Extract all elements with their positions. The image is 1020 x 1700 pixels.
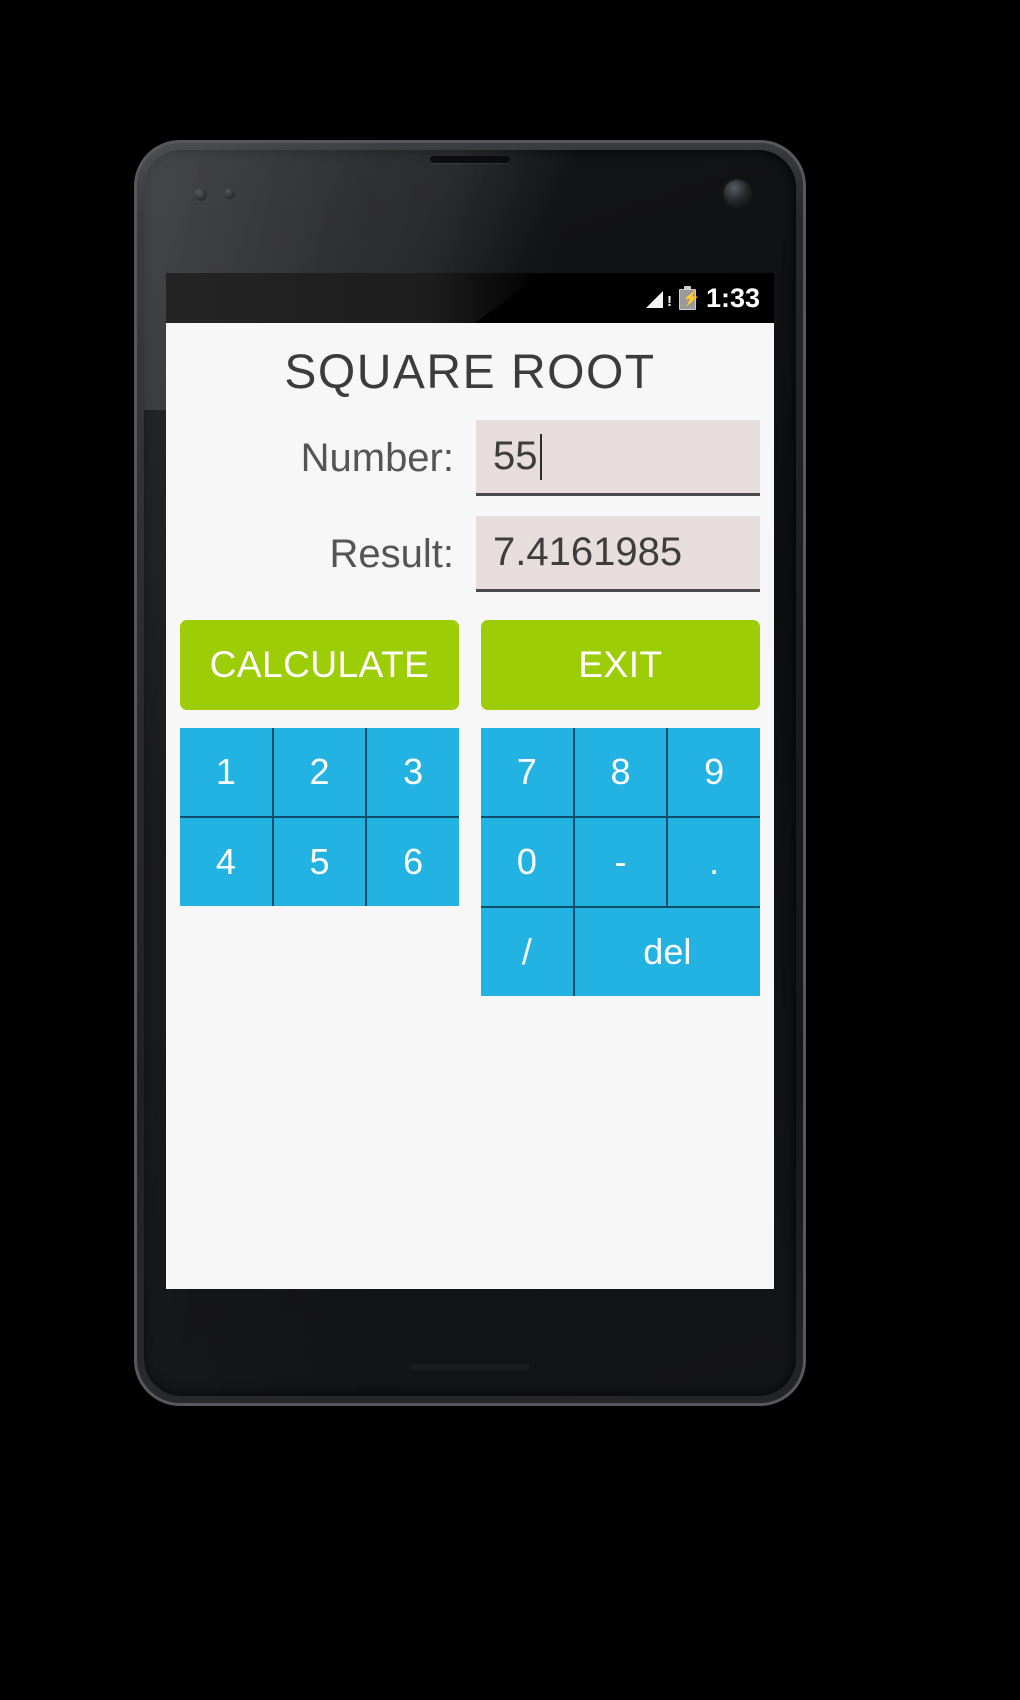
key-divide[interactable]: / [481,908,573,996]
key-5[interactable]: 5 [273,818,366,906]
key-8[interactable]: 8 [574,728,667,816]
key-9[interactable]: 9 [668,728,760,816]
battery-charging-icon: ⚡ [678,286,701,310]
front-camera-icon [724,180,750,206]
calculate-button[interactable]: CALCULATE [180,620,459,710]
result-output: 7.4161985 [476,516,760,592]
speaker-grille-icon [410,1364,530,1370]
phone-device: ! ⚡ 1:33 SQUARE ROOT Number: 55 Result: [134,140,806,1406]
number-row: Number: 55 [178,420,762,496]
key-minus[interactable]: - [574,818,667,906]
earpiece-grille-icon [430,156,510,163]
key-0[interactable]: 0 [481,818,573,906]
key-delete[interactable]: del [574,908,760,996]
status-bar: ! ⚡ 1:33 [166,273,774,323]
phone-screen: ! ⚡ 1:33 SQUARE ROOT Number: 55 Result: [166,273,774,1289]
signal-no-service-icon: ! [645,287,672,310]
number-input-value: 55 [493,434,538,478]
keypad-area: 1 2 3 4 5 6 7 8 9 0 - . / del [178,728,762,996]
proximity-sensor-icon [194,188,207,201]
signal-alert-badge: ! [666,293,672,310]
app-content: SQUARE ROOT Number: 55 Result: 7.4161985… [166,345,774,1289]
light-sensor-icon [224,188,235,199]
exit-button[interactable]: EXIT [481,620,760,710]
text-cursor [539,433,542,480]
key-6[interactable]: 6 [367,818,459,906]
result-output-value: 7.4161985 [493,530,683,574]
number-label: Number: [300,435,454,480]
key-7[interactable]: 7 [481,728,573,816]
status-bar-clock: 1:33 [705,282,760,313]
key-3[interactable]: 3 [367,728,459,816]
keypad-right: 7 8 9 0 - . / del [481,728,760,996]
charging-bolt-icon: ⚡ [681,290,701,307]
number-input[interactable]: 55 [476,420,760,496]
result-label: Result: [329,531,455,576]
action-button-row: CALCULATE EXIT [178,620,762,710]
key-4[interactable]: 4 [180,818,272,906]
key-decimal-point[interactable]: . [668,818,760,906]
page-title: SQUARE ROOT [284,346,656,399]
key-2[interactable]: 2 [273,728,366,816]
key-1[interactable]: 1 [180,728,272,816]
keypad-left: 1 2 3 4 5 6 [180,728,459,906]
result-row: Result: 7.4161985 [178,516,762,592]
